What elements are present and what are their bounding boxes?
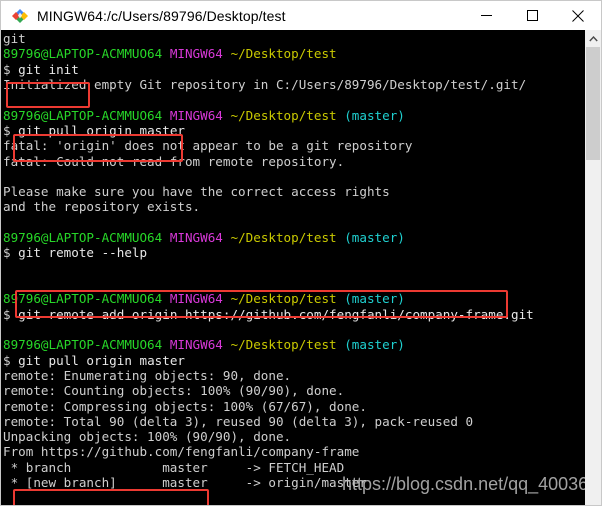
terminal-line: $ git remote add origin https://github.c…: [3, 307, 585, 322]
terminal-text: remote: Total 90 (delta 3), reused 90 (d…: [3, 413, 474, 429]
vertical-scrollbar[interactable]: [585, 30, 601, 505]
minimize-button[interactable]: [463, 1, 509, 30]
terminal-line: Please make sure you have the correct ac…: [3, 184, 585, 199]
terminal-text: * [new branch] master -> origin/master: [3, 475, 367, 491]
terminal-line: and the repository exists.: [3, 199, 585, 214]
terminal-command: git remote --help: [18, 245, 148, 261]
maximize-button[interactable]: [509, 1, 555, 30]
terminal-line: remote: Compressing objects: 100% (67/67…: [3, 399, 585, 414]
window-controls: [463, 1, 601, 30]
terminal-line: $ git pull origin master: [3, 353, 585, 368]
terminal-line: 89796@LAPTOP-ACMMUO64 MINGW64 ~/Desktop/…: [3, 230, 585, 245]
terminal-line: 89796@LAPTOP-ACMMUO64 MINGW64 ~/Desktop/…: [3, 46, 585, 61]
prompt-shell: MINGW64: [169, 337, 231, 353]
prompt-sigil: $: [3, 245, 19, 261]
terminal-line: Unpacking objects: 100% (90/90), done.: [3, 429, 585, 444]
prompt-shell: MINGW64: [169, 107, 231, 123]
terminal-text: From https://github.com/fengfanli/compan…: [3, 444, 360, 460]
mingw64-terminal-window: MINGW64:/c/Users/89796/Desktop/test git 8…: [0, 0, 602, 506]
prompt-sigil: $: [3, 306, 19, 322]
prompt-branch: (master): [336, 107, 405, 123]
terminal-text: and the repository exists.: [3, 199, 201, 215]
terminal-line: 89796@LAPTOP-ACMMUO64 MINGW64 ~/Desktop/…: [3, 337, 585, 352]
prompt-path: ~/Desktop/test: [230, 230, 337, 246]
terminal-text: * branch master -> FETCH_HEAD: [3, 459, 345, 475]
terminal-line: 89796@LAPTOP-ACMMUO64 MINGW64 ~/Desktop/…: [3, 108, 585, 123]
terminal-text: git: [3, 31, 26, 46]
terminal-line: $ git remote --help: [3, 245, 585, 260]
terminal-text: Unpacking objects: 100% (90/90), done.: [3, 429, 292, 445]
watermark-text: https://blog.csdn.net/qq_40036754: [342, 474, 585, 494]
prompt-shell: MINGW64: [169, 46, 231, 62]
prompt-path: ~/Desktop/test: [230, 107, 337, 123]
prompt-path: ~/Desktop/test: [230, 46, 337, 62]
prompt-path: ~/Desktop/test: [230, 291, 337, 307]
title-bar: MINGW64:/c/Users/89796/Desktop/test: [1, 1, 601, 30]
terminal-text: remote: Compressing objects: 100% (67/67…: [3, 398, 367, 414]
prompt-shell: MINGW64: [169, 291, 231, 307]
terminal-line: $ git pull origin master: [3, 123, 585, 138]
terminal-line: remote: Counting objects: 100% (90/90), …: [3, 383, 585, 398]
terminal-line: 89796@LAPTOP-ACMMUO64 MINGW64 ~/Desktop/…: [3, 291, 585, 306]
prompt-sigil: $: [3, 61, 19, 77]
mingw-diamond-icon: [12, 8, 28, 24]
prompt-user-host: 89796@LAPTOP-ACMMUO64: [3, 337, 170, 353]
close-button[interactable]: [555, 1, 601, 30]
terminal-text: fatal: 'origin' does not appear to be a …: [3, 138, 413, 154]
terminal-text: Initialized empty Git repository in C:/U…: [3, 76, 527, 92]
terminal-line: remote: Total 90 (delta 3), reused 90 (d…: [3, 414, 585, 429]
prompt-user-host: 89796@LAPTOP-ACMMUO64: [3, 46, 170, 62]
terminal-text: remote: Counting objects: 100% (90/90), …: [3, 383, 345, 399]
prompt-shell: MINGW64: [169, 230, 231, 246]
terminal-command: git pull origin master: [18, 122, 185, 138]
window-title: MINGW64:/c/Users/89796/Desktop/test: [37, 7, 286, 24]
terminal-command: git init: [18, 61, 79, 77]
terminal-lines: git 89796@LAPTOP-ACMMUO64 MINGW64 ~/Deskt…: [3, 31, 585, 505]
terminal-line: * branch master -> FETCH_HEAD: [3, 460, 585, 475]
prompt-branch: (master): [336, 291, 405, 307]
terminal-line: From https://github.com/fengfanli/compan…: [3, 444, 585, 459]
prompt-user-host: 89796@LAPTOP-ACMMUO64: [3, 107, 170, 123]
terminal-command: git pull origin master: [18, 352, 185, 368]
terminal-line: fatal: Could not read from remote reposi…: [3, 154, 585, 169]
prompt-branch: (master): [336, 337, 405, 353]
terminal-line: fatal: 'origin' does not appear to be a …: [3, 138, 585, 153]
terminal-line: remote: Enumerating objects: 90, done.: [3, 368, 585, 383]
terminal-text: fatal: Could not read from remote reposi…: [3, 153, 345, 169]
terminal-line: Initialized empty Git repository in C:/U…: [3, 77, 585, 92]
terminal-text: Please make sure you have the correct ac…: [3, 184, 390, 200]
terminal-command: git remote add origin https://github.com…: [18, 306, 534, 322]
prompt-sigil: $: [3, 352, 19, 368]
prompt-branch: (master): [336, 230, 405, 246]
terminal-area[interactable]: git 89796@LAPTOP-ACMMUO64 MINGW64 ~/Deskt…: [1, 30, 601, 505]
prompt-user-host: 89796@LAPTOP-ACMMUO64: [3, 291, 170, 307]
prompt-sigil: $: [3, 122, 19, 138]
scrollbar-thumb[interactable]: [586, 47, 600, 160]
terminal-line: git: [3, 31, 585, 46]
terminal-line: $ git init: [3, 62, 585, 77]
prompt-path: ~/Desktop/test: [230, 337, 337, 353]
terminal-text: remote: Enumerating objects: 90, done.: [3, 367, 292, 383]
terminal-output[interactable]: git 89796@LAPTOP-ACMMUO64 MINGW64 ~/Deskt…: [1, 30, 585, 505]
prompt-user-host: 89796@LAPTOP-ACMMUO64: [3, 230, 170, 246]
scroll-up-arrow-icon[interactable]: [585, 30, 601, 47]
